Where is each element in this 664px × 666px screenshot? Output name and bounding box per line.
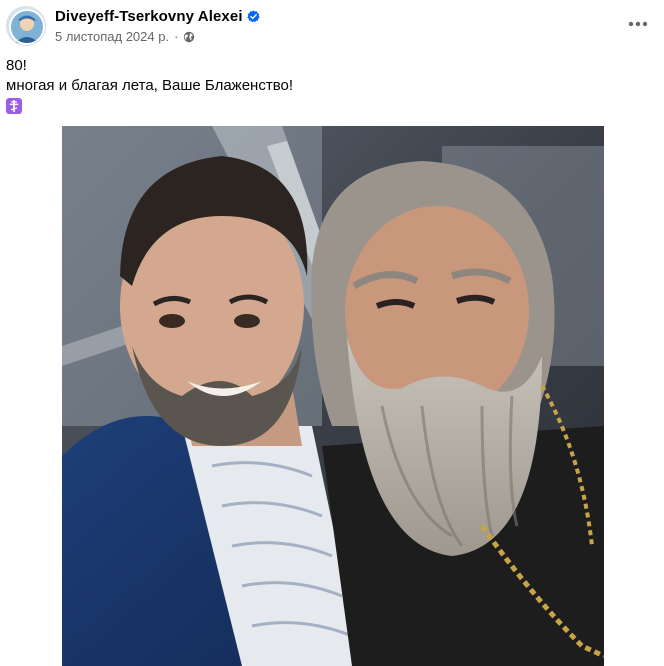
author-avatar[interactable] bbox=[6, 6, 46, 46]
post-text-line-1: 80! bbox=[6, 57, 27, 74]
post-card: Diveyeff-Tserkovny Alexei 5 листопад 202… bbox=[0, 0, 664, 666]
post-header: Diveyeff-Tserkovny Alexei 5 листопад 202… bbox=[6, 6, 260, 46]
post-meta: Diveyeff-Tserkovny Alexei 5 листопад 202… bbox=[55, 7, 260, 46]
post-subline: 5 листопад 2024 р. · bbox=[55, 28, 260, 46]
post-text-line-2: многая и благая лета, Ваше Блаженство! bbox=[6, 77, 294, 94]
post-text: 80! многая и благая лета, Ваше Блаженств… bbox=[6, 56, 293, 120]
separator-dot: · bbox=[174, 29, 179, 44]
verified-badge-icon bbox=[247, 10, 260, 23]
more-options-icon[interactable] bbox=[626, 12, 650, 36]
post-date[interactable]: 5 листопад 2024 р. bbox=[55, 29, 169, 44]
post-photo[interactable] bbox=[62, 126, 604, 666]
globe-icon[interactable] bbox=[183, 31, 195, 43]
author-name[interactable]: Diveyeff-Tserkovny Alexei bbox=[55, 8, 243, 25]
orthodox-cross-emoji-icon bbox=[6, 98, 22, 114]
author-row: Diveyeff-Tserkovny Alexei bbox=[55, 7, 260, 27]
